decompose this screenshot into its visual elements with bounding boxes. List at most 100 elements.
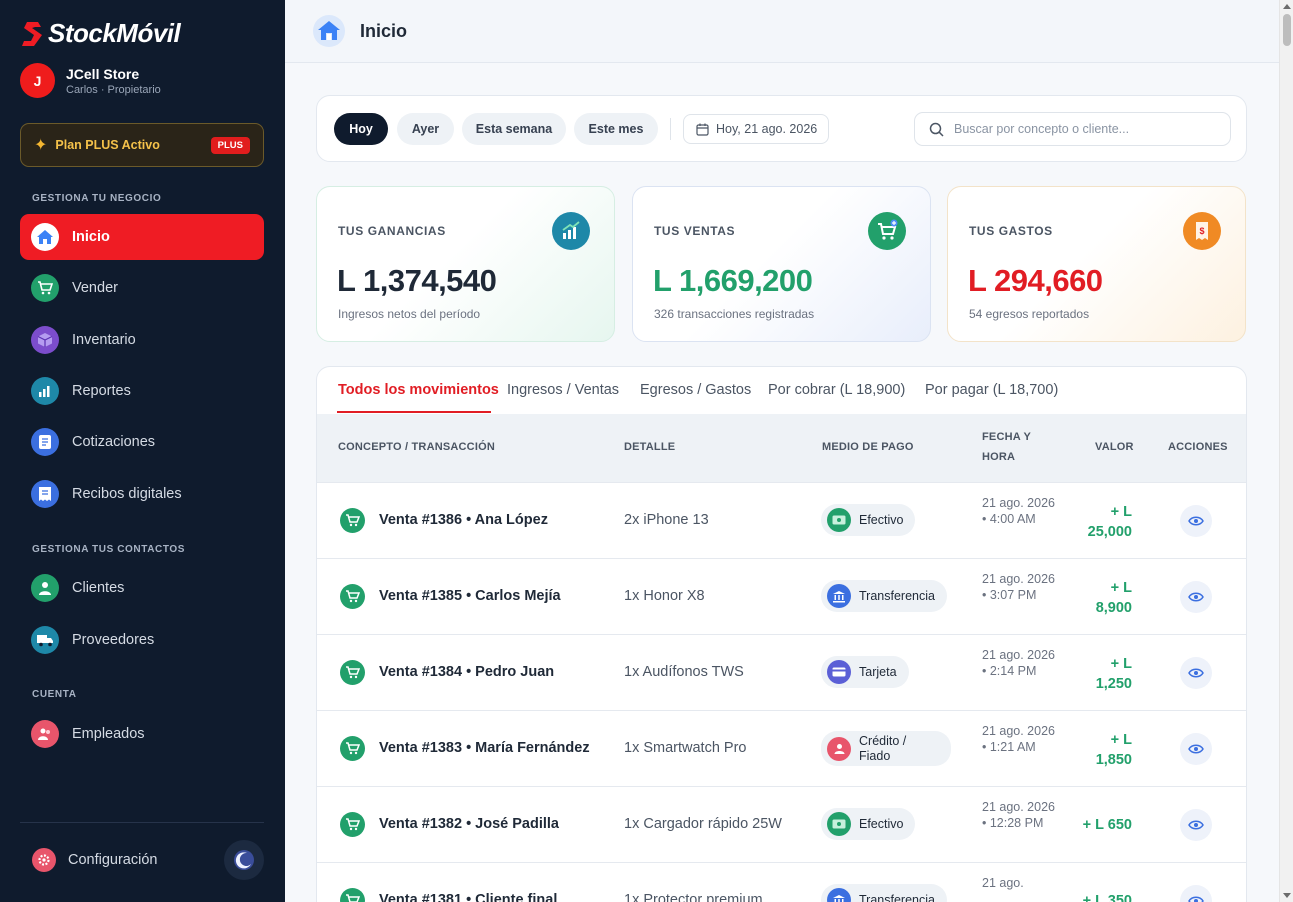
gear-icon xyxy=(32,848,56,872)
sidebar-item-label: Recibos digitales xyxy=(72,486,182,502)
cart-icon xyxy=(340,736,365,761)
scrollbar-thumb[interactable] xyxy=(1283,14,1291,46)
row-detail: 1x Audífonos TWS xyxy=(624,664,744,680)
stat-card-gastos: TUS GASTOS L 294,660 54 egresos reportad… xyxy=(947,186,1246,342)
payment-badge: Transferencia xyxy=(821,580,947,612)
sidebar-item-cotizaciones[interactable]: Cotizaciones xyxy=(20,419,264,465)
movements-panel: Todos los movimientos Ingresos / Ventas … xyxy=(316,366,1247,902)
sidebar-item-clientes[interactable]: Clientes xyxy=(20,565,264,611)
sidebar-item-label: Empleados xyxy=(72,726,145,742)
view-button[interactable] xyxy=(1180,657,1212,689)
chip-este-mes[interactable]: Este mes xyxy=(574,113,658,145)
row-date: 21 ago. 2026 • 3:07 PM xyxy=(982,572,1055,602)
scroll-down-arrow-icon[interactable] xyxy=(1283,893,1291,898)
row-detail: 1x Smartwatch Pro xyxy=(624,740,747,756)
chip-hoy[interactable]: Hoy xyxy=(334,113,388,145)
row-detail: 2x iPhone 13 xyxy=(624,512,709,528)
eye-icon xyxy=(1188,516,1204,526)
payment-label: Transferencia xyxy=(859,589,935,603)
table-row[interactable]: Venta #1383 • María Fernández 1x Smartwa… xyxy=(317,710,1246,786)
stat-label: TUS VENTAS xyxy=(654,224,736,238)
svg-text:$: $ xyxy=(1199,226,1204,236)
payment-label: Efectivo xyxy=(859,513,904,527)
sidebar-item-inicio[interactable]: Inicio xyxy=(20,214,264,260)
plan-banner[interactable]: ✦ Plan PLUS Activo PLUS xyxy=(20,123,264,167)
sidebar-item-reportes[interactable]: Reportes xyxy=(20,368,264,414)
stat-label: TUS GANANCIAS xyxy=(338,224,446,238)
cash-icon xyxy=(827,812,851,836)
row-detail: 1x Cargador rápido 25W xyxy=(624,816,782,832)
view-button[interactable] xyxy=(1180,809,1212,841)
date-picker-label: Hoy, 21 ago. 2026 xyxy=(716,122,818,136)
table-row[interactable]: Venta #1386 • Ana López 2x iPhone 13 Efe… xyxy=(317,482,1246,558)
section-label-contactos: GESTIONA TUS CONTACTOS xyxy=(32,544,186,555)
theme-toggle-button[interactable] xyxy=(224,840,264,880)
sidebar-item-inventario[interactable]: Inventario xyxy=(20,317,264,363)
sidebar-item-recibos[interactable]: Recibos digitales xyxy=(20,471,264,517)
view-button[interactable] xyxy=(1180,885,1212,902)
sidebar-item-vender[interactable]: Vender xyxy=(20,265,264,311)
column-header-fecha-line2: HORA xyxy=(982,451,1016,463)
view-button[interactable] xyxy=(1180,581,1212,613)
payment-badge: Tarjeta xyxy=(821,656,909,688)
sidebar-item-proveedores[interactable]: Proveedores xyxy=(20,617,264,663)
table-row[interactable]: Venta #1385 • Carlos Mejía 1x Honor X8 T… xyxy=(317,558,1246,634)
row-date: 21 ago. 2026 • 2:14 PM xyxy=(982,648,1055,678)
bank-icon xyxy=(827,584,851,608)
home-icon xyxy=(313,15,345,47)
cart-icon xyxy=(340,660,365,685)
stat-subtitle: Ingresos netos del período xyxy=(338,307,481,321)
tab-ingresos[interactable]: Ingresos / Ventas xyxy=(507,382,619,398)
chip-ayer[interactable]: Ayer xyxy=(397,113,454,145)
view-button[interactable] xyxy=(1180,733,1212,765)
cart-icon xyxy=(340,812,365,837)
tab-egresos[interactable]: Egresos / Gastos xyxy=(640,382,751,398)
credit-icon xyxy=(827,736,851,761)
store-profile[interactable]: J JCell Store Carlos · Propietario xyxy=(20,63,161,98)
box-icon xyxy=(31,326,59,354)
sidebar-item-label: Inicio xyxy=(72,229,110,245)
table-row[interactable]: Venta #1382 • José Padilla 1x Cargador r… xyxy=(317,786,1246,862)
payment-label: Efectivo xyxy=(859,817,904,831)
brand-logo[interactable]: StockMóvil xyxy=(22,18,181,49)
stat-subtitle: 326 transacciones registradas xyxy=(654,307,815,321)
chip-esta-semana[interactable]: Esta semana xyxy=(462,113,566,145)
row-date: 21 ago. 2026 • 1:21 AM xyxy=(982,724,1055,754)
tab-todos[interactable]: Todos los movimientos xyxy=(338,382,499,398)
column-header-valor: VALOR xyxy=(1095,441,1134,453)
stat-card-ventas: TUS VENTAS L 1,669,200 326 transacciones… xyxy=(632,186,931,342)
page-scrollbar[interactable] xyxy=(1279,0,1293,902)
scroll-up-arrow-icon[interactable] xyxy=(1283,4,1291,9)
tab-por-pagar[interactable]: Por pagar (L 18,700) xyxy=(925,382,1058,398)
chart-growth-icon xyxy=(552,212,590,250)
table-row[interactable]: Venta #1381 • Cliente final 1x Protector… xyxy=(317,862,1246,902)
tab-por-cobrar[interactable]: Por cobrar (L 18,900) xyxy=(768,382,905,398)
search-box[interactable] xyxy=(914,112,1231,146)
search-input[interactable] xyxy=(954,122,1214,136)
view-button[interactable] xyxy=(1180,505,1212,537)
row-date: 21 ago. xyxy=(982,876,1024,890)
row-value: + L 650 xyxy=(1082,817,1132,833)
stat-card-ganancias: TUS GANANCIAS L 1,374,540 Ingresos netos… xyxy=(316,186,615,342)
cart-add-icon xyxy=(868,212,906,250)
eye-icon xyxy=(1188,744,1204,754)
truck-icon xyxy=(31,626,59,654)
row-value: + L 8,900 xyxy=(1095,580,1132,616)
column-header-concepto: CONCEPTO / TRANSACCIÓN xyxy=(338,441,495,453)
sidebar-item-label: Proveedores xyxy=(72,632,155,648)
row-value: + L 350 xyxy=(1082,893,1132,902)
row-concept: Venta #1385 • Carlos Mejía xyxy=(379,588,561,604)
settings-link[interactable]: Configuración xyxy=(32,848,157,872)
row-concept: Venta #1386 • Ana López xyxy=(379,512,548,528)
filter-divider xyxy=(670,118,671,140)
logo-s-icon xyxy=(22,21,42,46)
table-row[interactable]: Venta #1384 • Pedro Juan 1x Audífonos TW… xyxy=(317,634,1246,710)
sidebar: StockMóvil J JCell Store Carlos · Propie… xyxy=(0,0,285,902)
search-icon xyxy=(929,122,944,137)
top-header: Inicio xyxy=(285,0,1279,63)
home-icon xyxy=(31,223,59,251)
row-concept: Venta #1383 • María Fernández xyxy=(379,740,590,756)
eye-icon xyxy=(1188,668,1204,678)
sidebar-item-empleados[interactable]: Empleados xyxy=(20,711,264,757)
date-picker[interactable]: Hoy, 21 ago. 2026 xyxy=(683,114,829,144)
